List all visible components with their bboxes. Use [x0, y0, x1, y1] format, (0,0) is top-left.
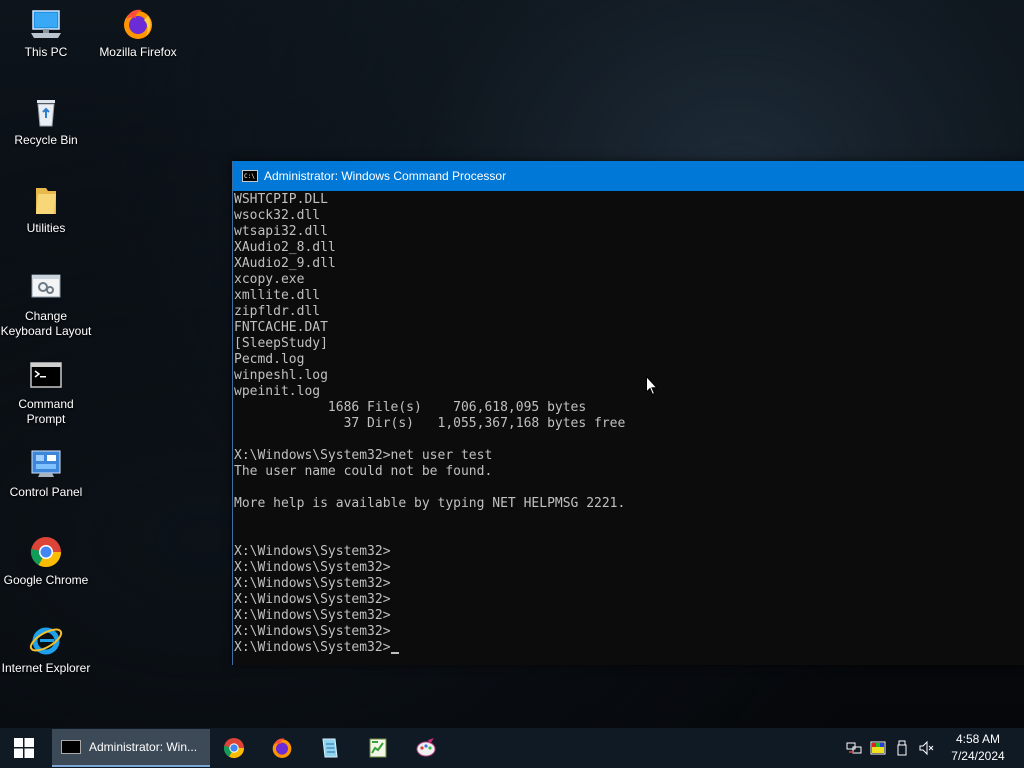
taskbar-pinned-chrome[interactable]: [210, 728, 258, 768]
command-prompt-icon: [61, 740, 81, 754]
clock-date: 7/24/2024: [951, 749, 1005, 763]
chrome-icon: [223, 738, 244, 759]
console-line: XAudio2_8.dll: [234, 240, 336, 255]
desktop-icon-this-pc[interactable]: This PC: [0, 6, 92, 60]
start-button[interactable]: [0, 728, 48, 768]
window-titlebar[interactable]: C:\ Administrator: Windows Command Proce…: [233, 161, 1024, 191]
taskbar-clock[interactable]: 4:58 AM 7/24/2024: [942, 731, 1014, 765]
console-line: X:\Windows\System32>: [234, 544, 391, 559]
console-line: X:\Windows\System32>: [234, 640, 1024, 656]
console-line: 37 Dir(s) 1,055,367,168 bytes free: [234, 416, 626, 431]
desktop-icon-label: Command Prompt: [18, 397, 74, 426]
mouse-cursor-icon: [646, 376, 658, 396]
desktop-icon-label: Control Panel: [9, 485, 83, 499]
usb-icon[interactable]: [890, 728, 914, 768]
desktop-icon-google-chrome[interactable]: Google Chrome: [0, 534, 92, 588]
desktop-icon-label: Mozilla Firefox: [99, 45, 177, 59]
system-tray: 4:58 AM 7/24/2024: [842, 728, 1024, 768]
console-line: WSHTCPIP.DLL: [234, 192, 328, 207]
command-prompt-window[interactable]: C:\ Administrator: Windows Command Proce…: [232, 161, 1024, 665]
desktop-icon-control-panel[interactable]: Control Panel: [0, 446, 92, 500]
console-line: wpeinit.log: [234, 384, 321, 399]
windows-logo-icon: [14, 738, 34, 758]
taskbar-item-command-prompt[interactable]: Administrator: Win...: [52, 729, 210, 767]
console-line: XAudio2_9.dll: [234, 256, 336, 271]
control-panel-icon: [31, 450, 61, 477]
console-line: X:\Windows\System32>: [234, 608, 391, 623]
desktop-icon-label: Utilities: [26, 221, 66, 235]
console-line: 1686 File(s) 706,618,095 bytes: [234, 400, 587, 415]
taskbar-pinned-notepad[interactable]: [306, 728, 354, 768]
firefox-icon: [272, 738, 292, 758]
chrome-icon: [30, 537, 62, 568]
firefox-icon: [124, 9, 152, 39]
console-line: zipfldr.dll: [234, 304, 321, 319]
taskbar-item-label: Administrator: Win...: [89, 740, 198, 754]
console-line: The user name could not be found.: [234, 464, 493, 479]
desktop-icon-label: Internet Explorer: [1, 661, 91, 675]
desktop-icon-recycle-bin[interactable]: Recycle Bin: [0, 94, 92, 148]
console-line: More help is available by typing NET HEL…: [234, 496, 626, 511]
console-output[interactable]: WSHTCPIP.DLL wsock32.dll wtsapi32.dll XAudi…: [233, 192, 1024, 665]
text-cursor: [390, 652, 399, 654]
taskbar-pinned-firefox[interactable]: [258, 728, 306, 768]
computer-icon: [31, 10, 61, 38]
spreadsheet-icon: [369, 738, 387, 758]
console-line: X:\Windows\System32>: [234, 560, 391, 575]
taskbar-pinned-paint[interactable]: [402, 728, 450, 768]
desktop-icon-command-prompt[interactable]: Command Prompt: [0, 358, 92, 427]
console-line: X:\Windows\System32>: [234, 592, 391, 607]
desktop-icon-mozilla-firefox[interactable]: Mozilla Firefox: [92, 6, 184, 60]
console-line: X:\Windows\System32>net user test: [234, 448, 493, 463]
recycle-bin-icon: [37, 100, 55, 127]
desktop-icon-utilities[interactable]: Utilities: [0, 182, 92, 236]
console-line: winpeshl.log: [234, 368, 328, 383]
command-prompt-icon: [30, 362, 62, 388]
console-line: xmllite.dll: [234, 288, 321, 303]
desktop-icon-label: This PC: [24, 45, 68, 59]
paint-icon: [416, 738, 436, 757]
color-icon[interactable]: [866, 728, 890, 768]
console-line: Pecmd.log: [234, 352, 305, 367]
desktop-icon-label: Google Chrome: [3, 573, 89, 587]
console-line: X:\Windows\System32>: [234, 576, 391, 591]
folder-icon: [36, 188, 56, 214]
console-line: [SleepStudy]: [234, 336, 328, 351]
clock-time: 4:58 AM: [955, 732, 1001, 746]
desktop-icon-change-keyboard-layout[interactable]: Change Keyboard Layout: [0, 270, 92, 339]
desktop-icon-label: Recycle Bin: [14, 133, 78, 147]
taskbar: Administrator: Win... 4:58 AM 7/24/2024: [0, 728, 1024, 768]
notepad-icon: [322, 738, 338, 758]
internet-explorer-icon: [29, 627, 63, 655]
desktop-icon-label: Change Keyboard Layout: [0, 309, 92, 338]
taskbar-pinned-spreadsheet[interactable]: [354, 728, 402, 768]
console-line: wtsapi32.dll: [234, 224, 328, 239]
settings-window-icon: [31, 274, 61, 298]
command-prompt-icon: C:\: [242, 170, 258, 182]
console-line: X:\Windows\System32>: [234, 624, 391, 639]
console-line: xcopy.exe: [234, 272, 305, 287]
console-line: FNTCACHE.DAT: [234, 320, 328, 335]
console-line: wsock32.dll: [234, 208, 321, 223]
volume-muted-icon[interactable]: [914, 728, 938, 768]
window-title: Administrator: Windows Command Processor: [264, 169, 507, 183]
desktop-icon-internet-explorer[interactable]: Internet Explorer: [0, 622, 92, 676]
network-icon[interactable]: [842, 728, 866, 768]
